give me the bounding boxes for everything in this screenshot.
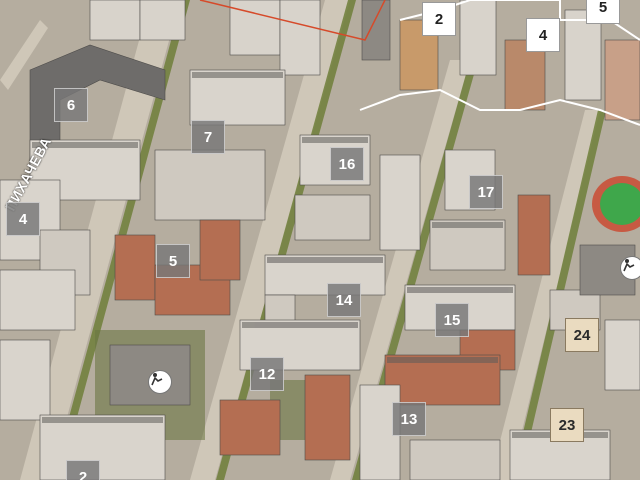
aerial-map: ПИХАЧЕВА 2 4 5 6 7 16 17 4 5 14 15 24 12… [0,0,640,480]
building-label[interactable]: 24 [565,318,599,352]
building-label[interactable]: 16 [330,147,364,181]
kindergarten-icon[interactable] [148,370,172,394]
building-label[interactable]: 14 [327,283,361,317]
building-label[interactable]: 4 [6,202,40,236]
map-scene [0,0,640,480]
kindergarten-icon[interactable] [620,256,640,280]
building-label[interactable]: 4 [526,18,560,52]
kindergarten-icon-glyph [151,373,163,386]
building-label[interactable]: 6 [54,88,88,122]
building-label[interactable]: 5 [156,244,190,278]
building-label[interactable]: 7 [191,120,225,154]
building-label[interactable]: 13 [392,402,426,436]
building-label[interactable]: 12 [250,357,284,391]
building-label[interactable]: 23 [550,408,584,442]
kindergarten-icon-glyph [623,259,635,272]
building-label[interactable]: 17 [469,175,503,209]
building-label[interactable]: 15 [435,303,469,337]
building-label[interactable]: 5 [586,0,620,24]
building-label[interactable]: 2 [66,460,100,480]
building-label[interactable]: 2 [422,2,456,36]
